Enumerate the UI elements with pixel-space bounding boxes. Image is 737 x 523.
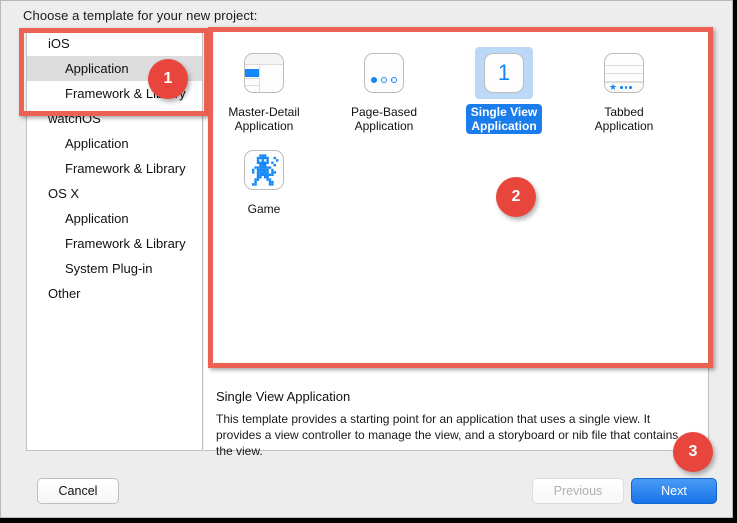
template-grid[interactable]: Master-Detail Application Page-Based Appl… [204,37,709,217]
template-tile-label: Game [247,202,281,216]
sidebar-item-os-x[interactable]: OS X [27,181,202,206]
template-grid-panel: Master-Detail Application Page-Based Appl… [204,30,709,382]
sidebar-item-application[interactable]: Application [27,131,202,156]
sidebar-item-framework-library[interactable]: Framework & Library [27,231,202,256]
game-icon [235,144,293,196]
template-tile-label: Tabbed Application [594,105,654,133]
sidebar-item-system-plug-in[interactable]: System Plug-in [27,256,202,281]
new-project-template-dialog: Choose a template for your new project: … [0,0,733,518]
master-detail-icon [235,47,293,99]
previous-button[interactable]: Previous [532,478,624,504]
template-tile-master-detail-application[interactable]: Master-Detail Application [204,37,324,134]
template-tile-label: Master-Detail Application [228,105,300,133]
sidebar-item-watchos[interactable]: watchOS [27,106,202,131]
description-title: Single View Application [216,389,351,404]
sidebar-item-ios[interactable]: iOS [27,31,202,56]
cancel-button[interactable]: Cancel [37,478,119,504]
single-view-icon: 1 [475,47,533,99]
annotation-badge-2: 2 [496,177,536,217]
sidebar-footer-area [26,381,203,451]
next-button[interactable]: Next [631,478,717,504]
template-description-panel: Single View Application This template pr… [204,381,709,458]
sidebar-item-application[interactable]: Application [27,206,202,231]
template-tile-page-based-application[interactable]: Page-Based Application [324,37,444,134]
template-tile-game[interactable]: Game [204,134,324,217]
template-tile-single-view-application[interactable]: 1 Single View Application [444,37,564,134]
page-title: Choose a template for your new project: [23,8,258,23]
annotation-badge-3: 3 [673,432,713,472]
description-body: This template provides a starting point … [216,412,679,458]
template-tile-label: Single View Application [465,104,543,134]
sidebar-item-framework-library[interactable]: Framework & Library [27,156,202,181]
tabbed-icon: ★ [595,47,653,99]
template-tile-label: Page-Based Application [350,105,418,133]
sidebar-item-other[interactable]: Other [27,281,202,306]
page-based-icon [355,47,413,99]
template-tile-tabbed-application[interactable]: ★ Tabbed Application [564,37,684,134]
annotation-badge-1: 1 [148,59,188,99]
